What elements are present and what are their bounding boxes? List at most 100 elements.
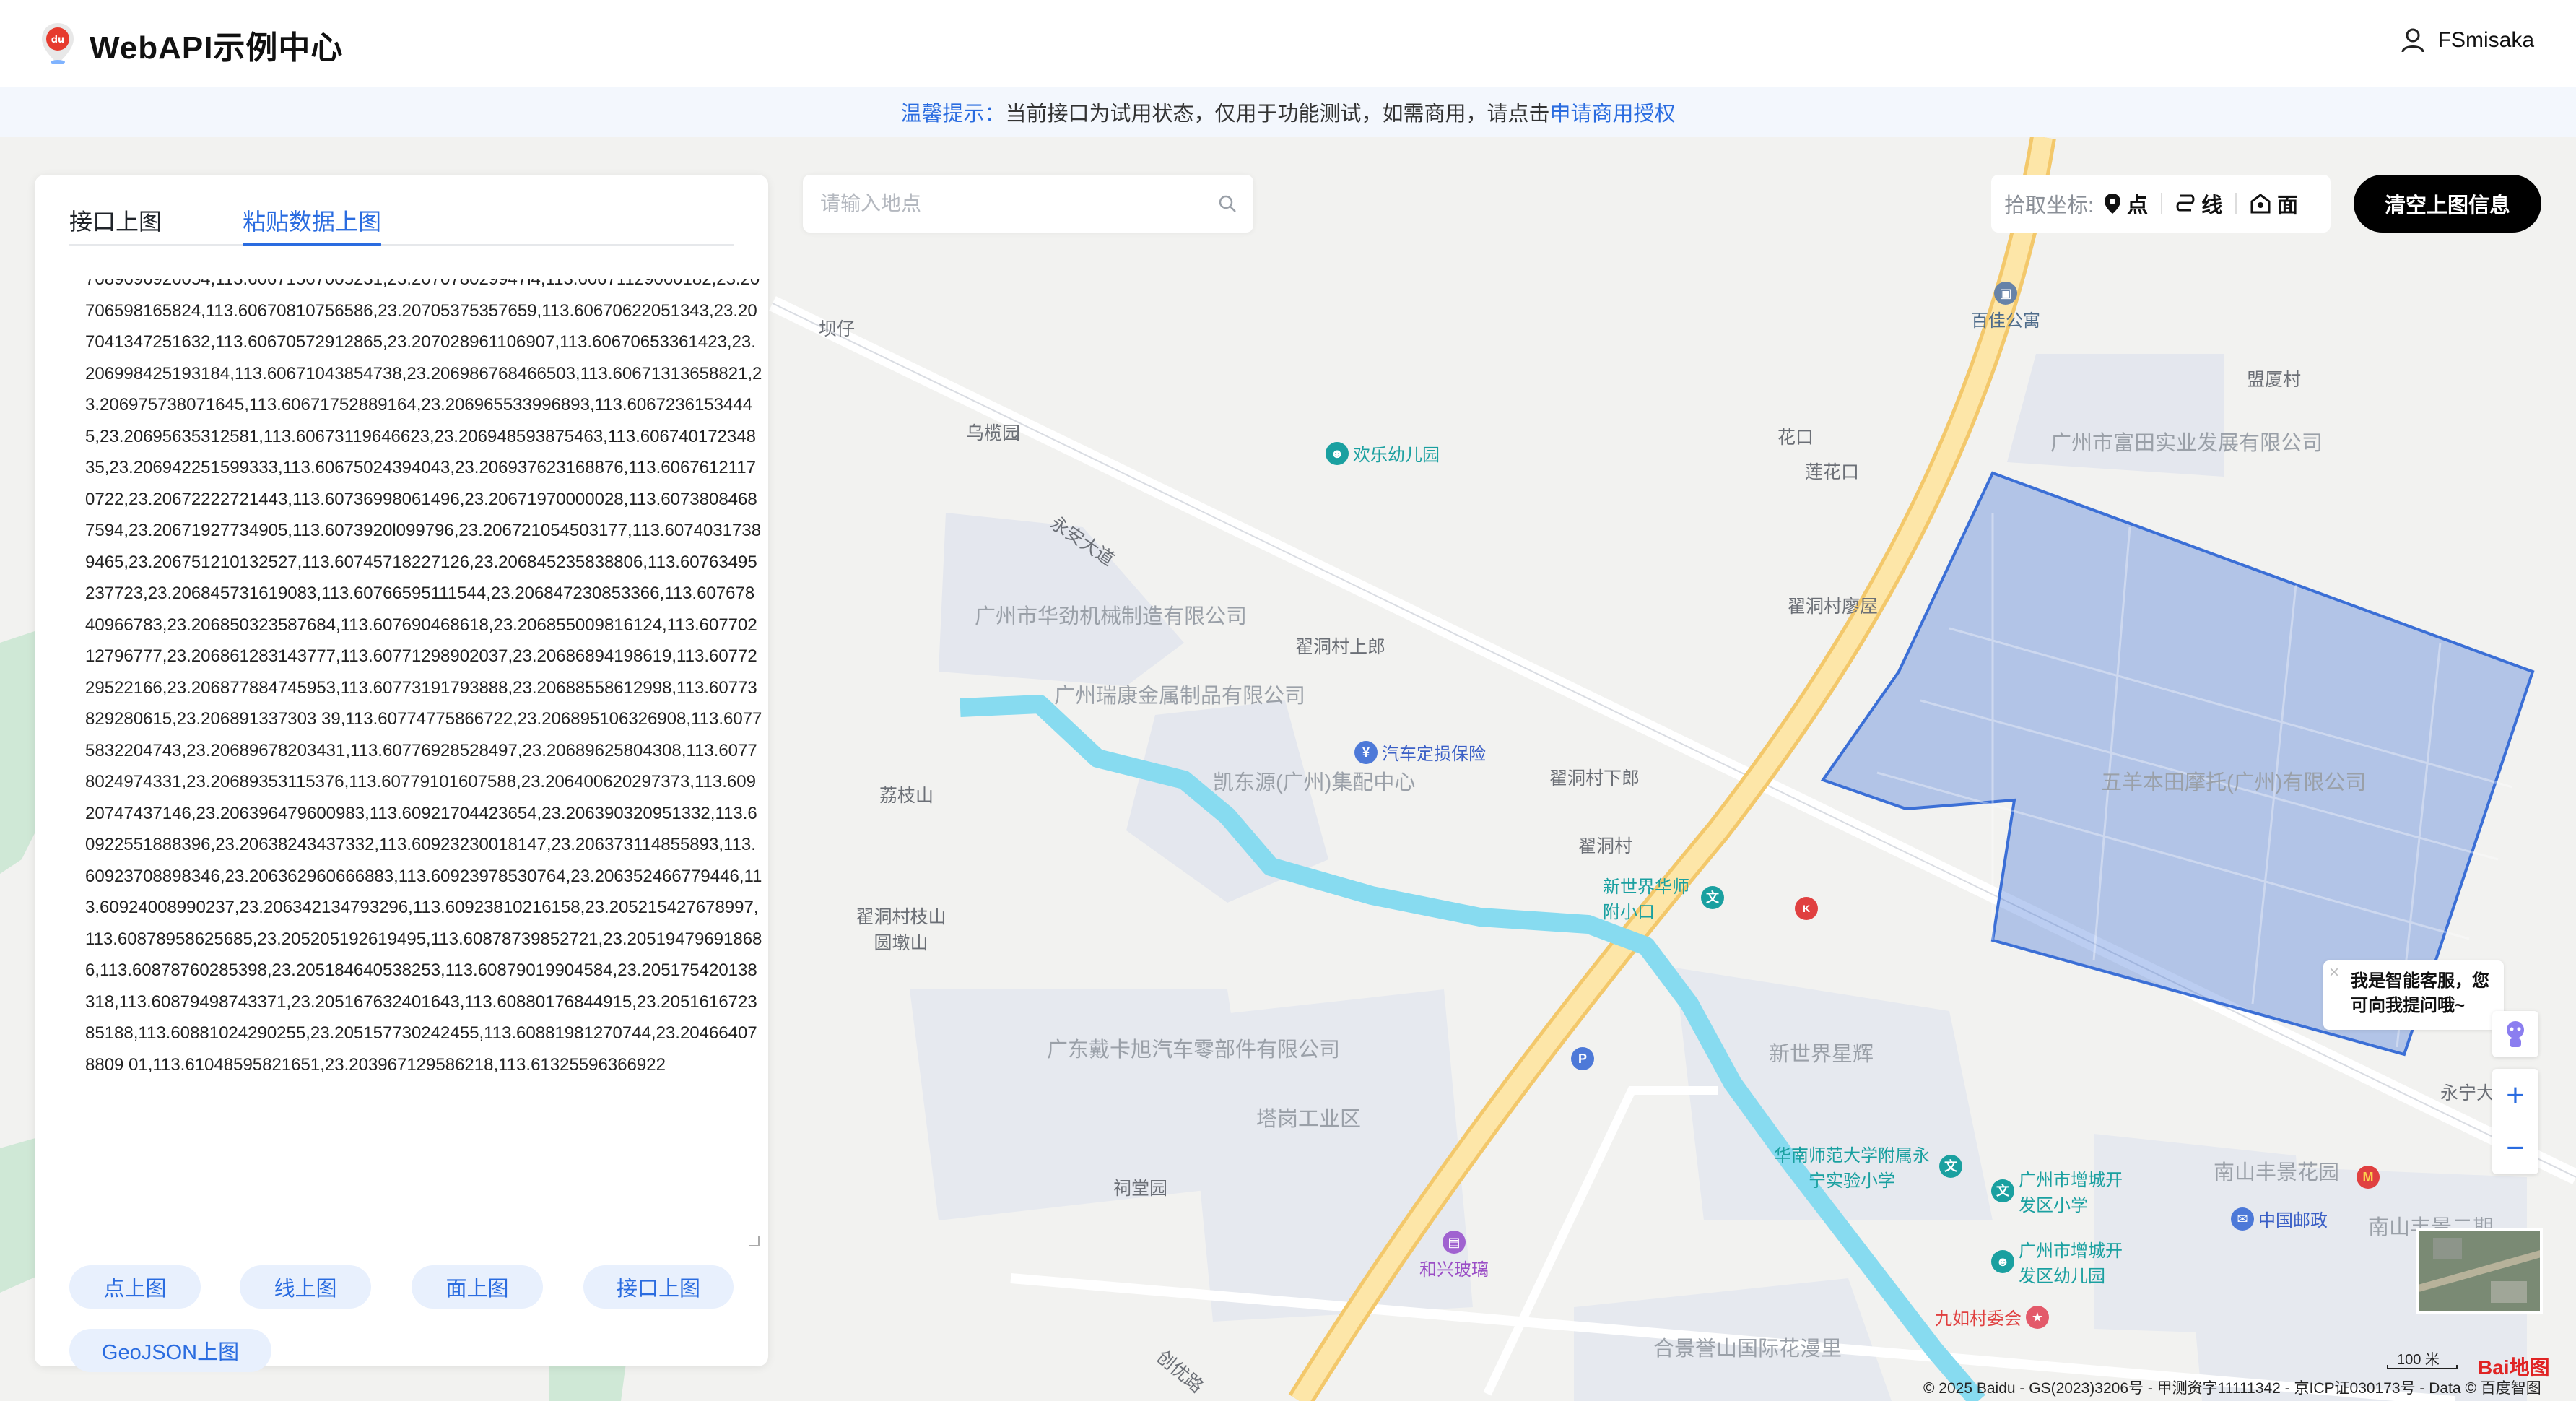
robot-assistant-icon[interactable] [2492,1011,2538,1057]
map-label: 荔枝山 [879,786,934,806]
map-label: 新世界星辉 [1769,1043,1874,1066]
poi-label: 九如村委会 [1935,1309,2022,1329]
shop-icon: ▤ [1443,1231,1466,1254]
poi-label: 汽车定损保险 [1382,745,1486,764]
school-icon: 文 [1701,886,1724,909]
map-label: 祠堂园 [1113,1179,1168,1199]
pick-point-option[interactable]: 点 [2104,188,2148,219]
notice-message: 当前接口为试用状态，仅用于功能测试，如需商用，请点击 [1005,103,1550,126]
location-search [803,175,1253,233]
map-label: 凯东源(广州)集配中心 [1213,771,1416,794]
assistant-line-2: 可向我提问哦~ [2351,996,2466,1015]
building-icon: ▣ [1994,282,2017,305]
brand-title[interactable]: WebAPI示例中心 [90,22,343,68]
user-icon [2401,28,2424,53]
data-textarea[interactable]: 7089696920054,113.60671567005231,23.2070… [85,279,770,1247]
coordinate-picker: 拾取坐标: 点 线 面 [1991,175,2331,233]
option-label: 面 [2277,194,2299,217]
poi-label: 华南师范大学附属永宁实验小学 [1774,1146,1930,1191]
route-icon [2176,194,2195,212]
poi-label: 中国邮政 [2258,1211,2328,1231]
divider [2161,193,2163,214]
area-icon [2250,194,2271,214]
school-icon: 文 [1939,1155,1962,1178]
polygon-upload-button[interactable]: 面上图 [412,1265,543,1309]
map-label: 莲花口 [1805,462,1860,482]
poi-label: 广州市增城开发区小学 [2019,1171,2123,1215]
pick-polygon-option[interactable]: 面 [2250,188,2298,219]
map-label: 合景誉山国际花漫里 [1653,1337,1842,1361]
poi-label: 广州市增城开发区幼儿园 [2019,1241,2123,1286]
poi-dev-kindergarten[interactable]: ☻ 广州市增城开发区幼儿园 [1991,1236,2127,1287]
poi-dev-primary[interactable]: 文 广州市增城开发区小学 [1991,1166,2127,1216]
poi-label: 新世界华师附小口 [1603,877,1689,922]
user-menu[interactable]: FSmisaka [2401,27,2534,53]
tab-paste-data[interactable]: 粘贴数据上图 [243,204,381,237]
poi-apartment[interactable]: ▣ 百佳公寓 [1971,282,2040,331]
line-upload-button[interactable]: 线上图 [240,1265,371,1309]
poi-label: 和兴玻璃 [1419,1260,1489,1280]
map-label: 广州市华劲机械制造有限公司 [975,605,1248,628]
yen-icon: ¥ [1354,740,1378,764]
poi-glass[interactable]: ▤ 和兴玻璃 [1419,1231,1489,1280]
map-copyright: © 2025 Baidu - GS(2023)3206号 - 甲测资字11111… [1923,1380,2541,1397]
map-label: 广州市富田实业发展有限公司 [2050,432,2323,455]
mcdonalds-icon[interactable]: M [2357,1166,2380,1189]
map-label: 五羊本田摩托(广州)有限公司 [2101,771,2367,794]
poi-village-committee[interactable]: 九如村委会 ★ [1935,1304,2049,1330]
geojson-upload-button[interactable]: GeoJSON上图 [69,1329,271,1372]
parking-icon[interactable]: P [1571,1047,1594,1070]
location-pin-icon [2105,194,2121,214]
ai-assistant-bubble[interactable]: × 我是智能客服，您 可向我提问哦~ [2323,960,2504,1030]
map-label: 广东戴卡旭汽车零部件有限公司 [1047,1038,1341,1062]
baidu-map-logo-icon[interactable]: du [35,20,81,66]
kindergarten-icon: ☻ [1991,1250,2014,1273]
search-input[interactable] [820,175,1196,233]
poi-kindergarten[interactable]: ☻ 欢乐幼儿园 [1326,441,1440,466]
map-label: 翟洞村上郎 [1295,637,1386,657]
top-header: du WebAPI示例中心 FSmisaka [0,0,2576,87]
map-label: 翟洞村枝山圆墩山 [856,907,947,953]
map-label: 翟洞村 [1578,836,1633,856]
kindergarten-icon: ☻ [1326,441,1349,465]
poi-label: 欢乐幼儿园 [1353,446,1440,465]
zoom-in-button[interactable]: + [2492,1069,2538,1122]
poi-label: 百佳公寓 [1971,311,2040,331]
map-label: 南山丰景花园 [2214,1161,2340,1184]
school-icon: 文 [1991,1179,2014,1202]
map-label: 广州瑞康金属制品有限公司 [1054,685,1306,708]
apply-license-link[interactable]: 申请商用授权 [1550,97,1676,127]
textarea-content: 7089696920054,113.60671567005231,23.2070… [85,279,762,1075]
map-label: 花口 [1777,428,1814,448]
poi-post-office[interactable]: ✉ 中国邮政 [2231,1206,2328,1231]
textarea-resize-handle[interactable] [749,1236,760,1246]
close-icon[interactable]: × [2329,960,2339,985]
map-label: 乌榄园 [966,423,1021,443]
scale-bar [2387,1365,2458,1369]
map-label: 翟洞村廖屋 [1788,597,1879,617]
poi-insurance[interactable]: ¥ 汽车定损保险 [1354,739,1486,765]
poi-primary-school[interactable]: 华南师范大学附属永宁实验小学 文 [1769,1141,1962,1192]
clear-map-button[interactable]: 清空上图信息 [2354,175,2541,233]
post-icon: ✉ [2231,1207,2254,1231]
zoom-control: + − [2492,1069,2538,1174]
option-label: 点 [2127,194,2149,217]
search-icon[interactable] [1217,194,1237,214]
upload-panel: 接口上图 粘贴数据上图 7089696920054,113.6067156700… [35,175,770,1372]
tab-api-upload[interactable]: 接口上图 [69,204,162,237]
api-upload-button[interactable]: 接口上图 [583,1265,734,1309]
map-label: 塔岗工业区 [1256,1108,1362,1131]
satellite-minimap[interactable] [2416,1228,2543,1314]
username: FSmisaka [2437,28,2534,52]
active-tab-indicator [243,243,381,246]
pick-line-option[interactable]: 线 [2175,188,2222,219]
option-label: 线 [2201,194,2223,217]
map-label: 坝仔 [819,319,856,339]
poi-school[interactable]: 文 新世界华师附小口 [1603,872,1724,923]
zoom-out-button[interactable]: − [2492,1122,2538,1174]
notice-prefix: 温馨提示： [900,103,1006,126]
trial-notice-bar: 温馨提示： 当前接口为试用状态，仅用于功能测试，如需商用，请点击 申请商用授权 [0,87,2576,137]
point-upload-button[interactable]: 点上图 [69,1265,201,1309]
restaurant-icon[interactable]: K [1795,897,1818,920]
map-label: 盟厦村 [2247,370,2302,390]
